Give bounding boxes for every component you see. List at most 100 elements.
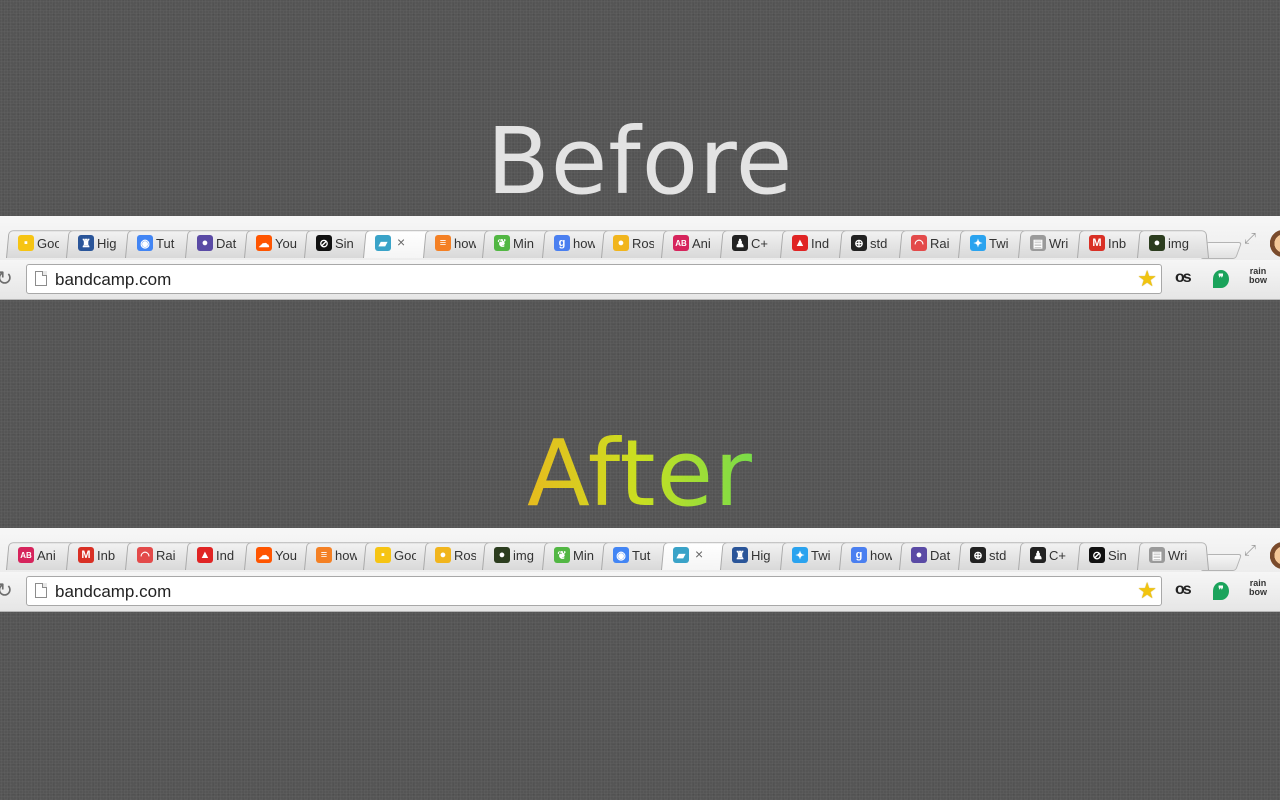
- rainbow-extension-icon[interactable]: rain bow: [1246, 579, 1270, 597]
- document-icon: ▤: [1149, 547, 1165, 563]
- chrome-icon: ◉: [613, 547, 629, 563]
- before-heading: Before: [486, 108, 794, 215]
- close-tab-icon[interactable]: ×: [695, 546, 703, 562]
- google-icon: g: [851, 547, 867, 563]
- cplusplus-icon: ⊕: [970, 547, 986, 563]
- tab-title: Min: [573, 548, 594, 563]
- expand-icon[interactable]: ⤢: [1244, 230, 1256, 247]
- tab-title: Wri: [1168, 548, 1188, 563]
- close-tab-icon[interactable]: ×: [397, 234, 405, 250]
- lastfm-extension-icon[interactable]: os: [1175, 269, 1192, 287]
- toolbar: ↻ bandcamp.com ★ os ❞ rain bow: [0, 572, 1280, 612]
- tab-title: Sin: [1108, 548, 1127, 563]
- lastfm-extension-icon[interactable]: os: [1175, 581, 1192, 599]
- tab-title: Twi: [989, 236, 1009, 251]
- omnibox[interactable]: bandcamp.com ★: [26, 264, 1162, 294]
- hangouts-extension-icon[interactable]: ❞: [1213, 582, 1229, 600]
- tab-strip: ⤢ AB Ani M Inb ◠ Rai ▲ Ind ☁ You ≡ how ▪ Goo ● Ros ● img ❦…: [0, 528, 1280, 572]
- url-text[interactable]: bandcamp.com: [55, 582, 171, 602]
- star-icon[interactable]: ★: [1137, 266, 1157, 292]
- highrise-icon: ♜: [78, 235, 94, 251]
- circle-slash-icon: ⊘: [316, 235, 332, 251]
- toolbar: ↻ bandcamp.com ★ os ❞ rain bow: [0, 260, 1280, 300]
- tab-strip: ⤢ ▪ Goo ♜ Hig ◉ Tut ● Dat ☁ You ⊘ Sin ▰ × ≡ how ❦ Min g how…: [0, 216, 1280, 260]
- tab-title: You: [275, 548, 297, 563]
- tab-title: Ani: [37, 548, 56, 563]
- leaf-icon: ❦: [494, 235, 510, 251]
- gmail-icon: M: [78, 547, 94, 563]
- avatar[interactable]: [1268, 230, 1280, 260]
- tab-title: C+: [1049, 548, 1066, 563]
- hangouts-extension-icon[interactable]: ❞: [1213, 270, 1229, 288]
- tab-title: Goo: [394, 548, 416, 563]
- tab-title: img: [513, 548, 534, 563]
- rainbow-extension-icon[interactable]: rain bow: [1246, 267, 1270, 285]
- keep-icon: ▪: [18, 235, 34, 251]
- twitter-icon: ✦: [970, 235, 986, 251]
- star-icon[interactable]: ★: [1137, 578, 1157, 604]
- page-icon: [35, 583, 47, 598]
- page-icon: [35, 271, 47, 286]
- cplusplus-icon: ⊕: [851, 235, 867, 251]
- tab-title: Ani: [692, 236, 711, 251]
- rainbow-label-bottom: bow: [1249, 587, 1267, 597]
- tab-title: std: [870, 236, 888, 251]
- browser-window-after: ⤢ AB Ani M Inb ◠ Rai ▲ Ind ☁ You ≡ how ▪ Goo ● Ros ● img ❦…: [0, 528, 1280, 612]
- tab-title: Ind: [216, 548, 235, 563]
- tab-title: img: [1168, 236, 1189, 251]
- omnibox[interactable]: bandcamp.com ★: [26, 576, 1162, 606]
- tab-title: Hig: [97, 236, 117, 251]
- soundcloud-icon: ☁: [256, 235, 272, 251]
- tab-title: Ind: [811, 236, 830, 251]
- url-text[interactable]: bandcamp.com: [55, 270, 171, 290]
- tab-title: Tut: [632, 548, 651, 563]
- tab-title: C+: [751, 236, 768, 251]
- tab-title: Twi: [811, 548, 831, 563]
- tab-title: Sin: [335, 236, 354, 251]
- rainbow-label-bottom: bow: [1249, 275, 1267, 285]
- avatar[interactable]: [1268, 542, 1280, 572]
- gmail-icon: M: [1089, 235, 1105, 251]
- tab-title: You: [275, 236, 297, 251]
- linux-penguin-icon: ♟: [732, 235, 748, 251]
- rosetta-icon: ●: [613, 235, 629, 251]
- tab-title: Ros: [454, 548, 476, 563]
- tab-title: how: [454, 236, 476, 251]
- tab-title: Hig: [751, 548, 771, 563]
- google-icon: g: [554, 235, 570, 251]
- linux-penguin-icon: ♟: [1030, 547, 1046, 563]
- tab-title: Min: [513, 236, 534, 251]
- tab-title: Ros: [632, 236, 654, 251]
- stackoverflow-icon: ≡: [316, 547, 332, 563]
- expand-icon[interactable]: ⤢: [1244, 542, 1256, 559]
- rainbow-icon: ◠: [137, 547, 153, 563]
- twitter-icon: ✦: [792, 547, 808, 563]
- after-heading: After: [0, 428, 1280, 520]
- orb-icon: ●: [197, 235, 213, 251]
- tab-title: Dat: [216, 236, 237, 251]
- tab-title: Rai: [156, 548, 176, 563]
- reload-icon[interactable]: ↻: [0, 578, 13, 603]
- indie-icon: ▲: [792, 235, 808, 251]
- tab-title: Inb: [1108, 236, 1127, 251]
- rainbow-icon: ◠: [911, 235, 927, 251]
- imgur-icon: ●: [494, 547, 510, 563]
- tab-title: std: [989, 548, 1007, 563]
- document-icon: ▤: [1030, 235, 1046, 251]
- tab-title: how: [870, 548, 892, 563]
- leaf-icon: ❦: [554, 547, 570, 563]
- parallelogram-icon: ▰: [673, 547, 689, 563]
- tab-title: Dat: [930, 548, 951, 563]
- stackoverflow-icon: ≡: [435, 235, 451, 251]
- keep-icon: ▪: [375, 547, 391, 563]
- circle-slash-icon: ⊘: [1089, 547, 1105, 563]
- chrome-icon: ◉: [137, 235, 153, 251]
- ab-icon: AB: [673, 235, 689, 251]
- tab-title: Rai: [930, 236, 950, 251]
- reload-icon[interactable]: ↻: [0, 266, 13, 291]
- tab-title: how: [335, 548, 357, 563]
- soundcloud-icon: ☁: [256, 547, 272, 563]
- orb-icon: ●: [911, 547, 927, 563]
- tab-title: Goo: [37, 236, 59, 251]
- tab-title: how: [573, 236, 595, 251]
